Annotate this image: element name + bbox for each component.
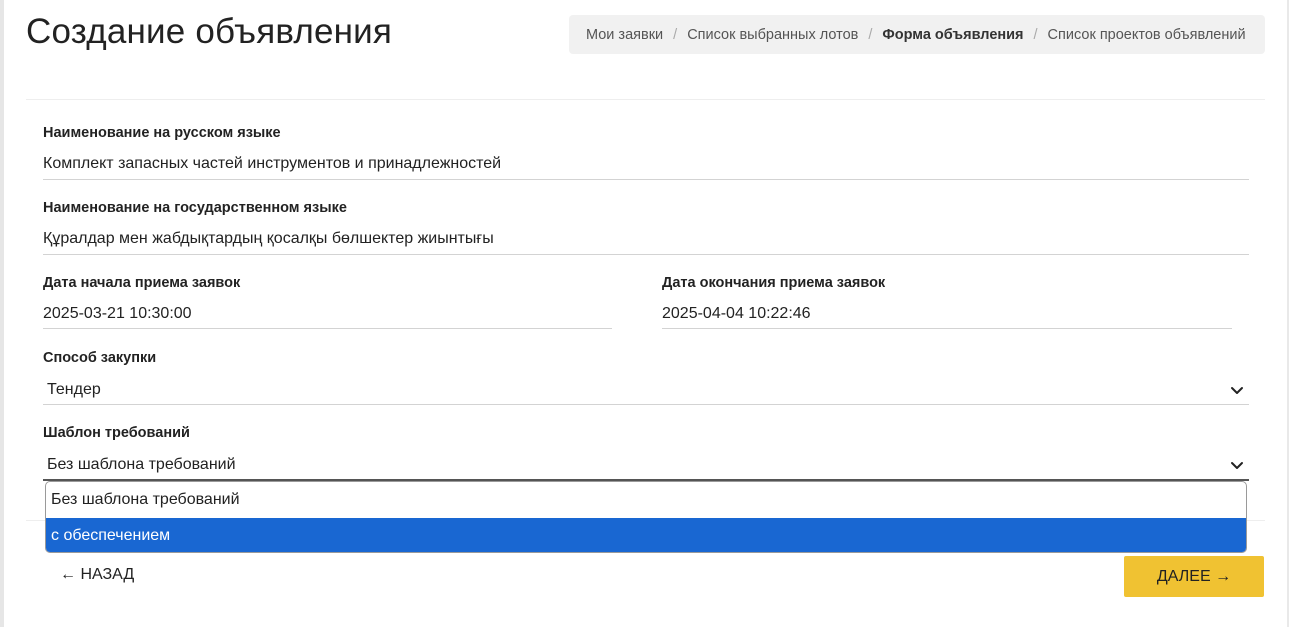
name-kz-underline: [43, 254, 1249, 255]
breadcrumb-item-selected-lots[interactable]: Список выбранных лотов: [687, 27, 858, 43]
chevron-down-icon[interactable]: [1230, 461, 1244, 471]
next-button[interactable]: ДАЛЕЕ →: [1124, 556, 1264, 597]
purchase-method-label: Способ закупки: [43, 350, 157, 366]
template-value: Без шаблона требований: [47, 456, 236, 473]
page-left-border: [0, 0, 4, 627]
breadcrumb-separator: /: [1033, 26, 1038, 43]
end-date-field[interactable]: 2025-04-04 10:22:46: [662, 305, 811, 323]
template-dropdown-list: Без шаблона требований с обеспечением: [45, 481, 1247, 553]
purchase-method-underline: [43, 404, 1249, 405]
end-date-underline: [662, 328, 1232, 329]
chevron-down-icon[interactable]: [1230, 386, 1244, 396]
template-label: Шаблон требований: [43, 425, 190, 441]
template-select[interactable]: Без шаблона требований: [47, 456, 1247, 478]
end-date-label: Дата окончания приема заявок: [662, 275, 886, 291]
breadcrumb-separator: /: [673, 26, 678, 43]
purchase-method-select[interactable]: Тендер: [47, 381, 1247, 403]
name-ru-label: Наименование на русском языке: [43, 125, 281, 141]
name-kz-label: Наименование на государственном языке: [43, 200, 347, 216]
breadcrumb-separator: /: [868, 26, 873, 43]
dropdown-option-with-security[interactable]: с обеспечением: [46, 518, 1246, 552]
breadcrumb-item-draft-announcements[interactable]: Список проектов объявлений: [1048, 27, 1246, 43]
back-button[interactable]: ← НАЗАД: [60, 566, 134, 584]
name-ru-field[interactable]: Комплект запасных частей инструментов и …: [43, 155, 501, 173]
start-date-label: Дата начала приема заявок: [43, 275, 241, 291]
start-date-underline: [43, 328, 612, 329]
breadcrumb-item-my-applications[interactable]: Мои заявки: [586, 27, 663, 43]
purchase-method-value: Тендер: [47, 381, 101, 398]
dropdown-option-no-template[interactable]: Без шаблона требований: [46, 482, 1246, 518]
breadcrumb: Мои заявки / Список выбранных лотов / Фо…: [569, 15, 1265, 54]
start-date-field[interactable]: 2025-03-21 10:30:00: [43, 305, 192, 323]
page-title: Создание объявления: [26, 12, 393, 51]
name-ru-underline: [43, 179, 1249, 180]
breadcrumb-item-announcement-form: Форма объявления: [882, 26, 1024, 43]
header-divider: [26, 99, 1265, 100]
name-kz-field[interactable]: Құралдар мен жабдықтардың қосалқы бөлшек…: [43, 230, 494, 248]
